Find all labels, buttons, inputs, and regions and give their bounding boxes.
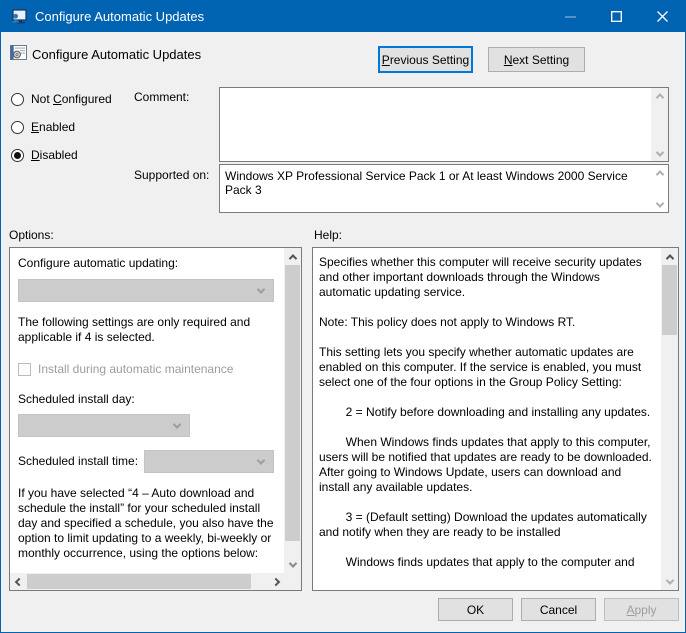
scroll-up-arrow[interactable] bbox=[651, 88, 668, 103]
scroll-down-arrow[interactable] bbox=[651, 146, 668, 161]
supported-on-box: Windows XP Professional Service Pack 1 o… bbox=[219, 164, 669, 213]
scroll-down-arrow[interactable] bbox=[661, 573, 678, 590]
previous-setting-button[interactable]: Previous Setting bbox=[378, 46, 473, 73]
help-text: Specifies whether this computer will rec… bbox=[313, 248, 661, 590]
radio-disabled[interactable]: Disabled bbox=[11, 148, 78, 162]
checkbox-label: Install during automatic maintenance bbox=[38, 362, 233, 377]
scroll-left-arrow[interactable] bbox=[10, 573, 27, 590]
setting-title: Configure Automatic Updates bbox=[32, 47, 201, 62]
supported-on-label: Supported on: bbox=[134, 168, 209, 182]
maximize-icon bbox=[611, 11, 622, 22]
checkbox-box bbox=[18, 363, 31, 376]
comment-input[interactable] bbox=[219, 87, 669, 162]
options-note-2: If you have selected “4 – Auto download … bbox=[18, 486, 276, 561]
close-icon bbox=[657, 11, 668, 22]
scheduled-install-day-combo bbox=[18, 414, 190, 437]
window-controls bbox=[547, 1, 685, 32]
policy-setting-icon bbox=[10, 44, 27, 61]
options-vertical-scrollbar[interactable] bbox=[284, 248, 301, 573]
radio-label: Enabled bbox=[31, 120, 75, 134]
scroll-right-arrow[interactable] bbox=[267, 573, 284, 590]
ok-button[interactable]: OK bbox=[438, 598, 513, 621]
chevron-down-icon bbox=[257, 285, 265, 293]
scrollbar-thumb[interactable] bbox=[27, 574, 251, 589]
options-content: Configure automatic updating: The follow… bbox=[10, 248, 284, 573]
options-horizontal-scrollbar[interactable] bbox=[10, 573, 284, 590]
comment-label: Comment: bbox=[134, 90, 189, 104]
minimize-icon bbox=[565, 16, 576, 18]
window-title: Configure Automatic Updates bbox=[35, 9, 204, 24]
close-button[interactable] bbox=[639, 1, 685, 32]
auto-updating-combo-label: Configure automatic updating: bbox=[18, 256, 276, 271]
radio-circle bbox=[11, 93, 24, 106]
minimize-button bbox=[547, 1, 593, 32]
radio-label: Disabled bbox=[31, 148, 78, 162]
scroll-down-arrow[interactable] bbox=[284, 556, 301, 573]
supported-on-value: Windows XP Professional Service Pack 1 o… bbox=[220, 165, 668, 199]
radio-enabled[interactable]: Enabled bbox=[11, 120, 75, 134]
radio-circle bbox=[11, 149, 24, 162]
install-during-maintenance-checkbox: Install during automatic maintenance bbox=[18, 362, 276, 377]
auto-updating-combo bbox=[18, 279, 274, 302]
scroll-up-arrow[interactable] bbox=[651, 165, 668, 180]
options-label: Options: bbox=[9, 228, 54, 242]
apply-button: Apply bbox=[604, 598, 679, 621]
comment-scrollbar[interactable] bbox=[651, 88, 668, 161]
group-policy-app-icon bbox=[11, 9, 27, 25]
scroll-down-arrow[interactable] bbox=[651, 197, 668, 212]
radio-not-configured[interactable]: Not Configured bbox=[11, 92, 112, 106]
scroll-up-arrow[interactable] bbox=[284, 248, 301, 265]
scheduled-install-time-label: Scheduled install time: bbox=[18, 454, 138, 469]
help-label: Help: bbox=[314, 228, 342, 242]
scroll-up-arrow[interactable] bbox=[661, 248, 678, 265]
scheduled-install-day-label: Scheduled install day: bbox=[18, 392, 276, 407]
scheduled-install-time-row: Scheduled install time: bbox=[18, 450, 276, 473]
help-vertical-scrollbar[interactable] bbox=[661, 248, 678, 590]
cancel-button[interactable]: Cancel bbox=[521, 598, 596, 621]
scrollbar-thumb[interactable] bbox=[662, 265, 677, 335]
maximize-button[interactable] bbox=[593, 1, 639, 32]
scrollbar-thumb[interactable] bbox=[285, 265, 300, 541]
configure-automatic-updates-dialog: Configure Automatic Updates Configure Au… bbox=[0, 0, 686, 633]
chevron-down-icon bbox=[257, 456, 265, 464]
supported-scrollbar[interactable] bbox=[651, 165, 668, 212]
chevron-down-icon bbox=[173, 420, 181, 428]
options-note-1: The following settings are only required… bbox=[18, 315, 276, 345]
scrollbar-corner bbox=[284, 573, 301, 590]
radio-circle bbox=[11, 121, 24, 134]
title-bar[interactable]: Configure Automatic Updates bbox=[1, 1, 685, 32]
next-setting-button[interactable]: Next Setting bbox=[488, 47, 585, 72]
options-panel: Configure automatic updating: The follow… bbox=[9, 247, 302, 591]
scheduled-install-time-combo bbox=[144, 450, 274, 473]
help-panel: Specifies whether this computer will rec… bbox=[312, 247, 679, 591]
radio-label: Not Configured bbox=[31, 92, 112, 106]
